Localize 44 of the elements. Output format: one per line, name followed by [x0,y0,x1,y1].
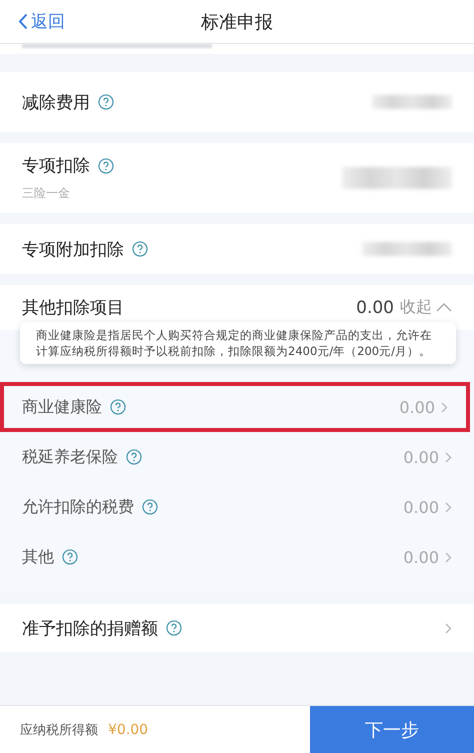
row-note: 三险一金 [22,185,71,202]
help-icon[interactable] [62,549,78,565]
item-label: 允许扣除的税费 [22,496,134,518]
chevron-right-icon [445,452,452,462]
row-label: 专项扣除 [22,155,90,177]
help-icon[interactable] [166,620,182,636]
back-button[interactable]: 返回 [18,10,65,33]
help-icon[interactable] [98,158,114,174]
row-label: 其他扣除项目 [22,297,124,319]
next-button[interactable]: 下一步 [310,706,474,753]
chevron-right-icon [445,552,452,562]
help-icon[interactable] [126,449,142,465]
taxable-income-label: 应纳税所得额 [20,722,98,738]
item-value: 0.00 [403,448,439,466]
deduction-row[interactable]: 专项扣除 三险一金 [0,143,474,213]
item-value: 0.00 [399,398,435,416]
help-tooltip: 商业健康险是指居民个人购买符合规定的商业健康保险产品的支出，允许在计算应纳税所得额时予以税前扣除，扣除限额为2400元/年（200元/月）。 [20,322,456,364]
item-value: 0.00 [403,548,439,566]
deduction-row[interactable]: 减除费用 [0,72,474,132]
deduction-row[interactable]: 专项附加扣除 [0,224,474,274]
row-label: 准予扣除的捐赠额 [22,618,158,640]
chevron-right-icon [445,622,452,634]
deduction-item[interactable]: 商业健康险 0.00 [0,382,470,432]
row-label: 减除费用 [22,92,90,114]
chevron-right-icon [441,402,448,412]
deduction-row[interactable]: 准予扣除的捐赠额 [0,604,474,652]
taxable-income-amount: ¥0.00 [108,722,148,738]
item-label: 其他 [22,546,54,568]
item-label: 商业健康险 [22,396,102,418]
item-label: 税延养老保险 [22,446,118,468]
row-label: 专项附加扣除 [22,238,124,260]
help-icon[interactable] [142,499,158,515]
item-value: 0.00 [403,498,439,516]
help-icon[interactable] [132,241,148,257]
chevron-icon [436,303,452,312]
help-icon[interactable] [110,399,126,415]
row-value: 0.00 [356,298,394,318]
deduction-item[interactable]: 允许扣除的税费 0.00 [0,482,474,532]
back-chevron-icon [18,13,28,30]
chevron-right-icon [445,502,452,512]
page-title: 标准申报 [201,10,273,34]
deduction-item[interactable]: 税延养老保险 0.00 [0,432,474,482]
help-icon[interactable] [98,94,114,110]
deduction-item[interactable]: 其他 0.00 [0,532,474,582]
